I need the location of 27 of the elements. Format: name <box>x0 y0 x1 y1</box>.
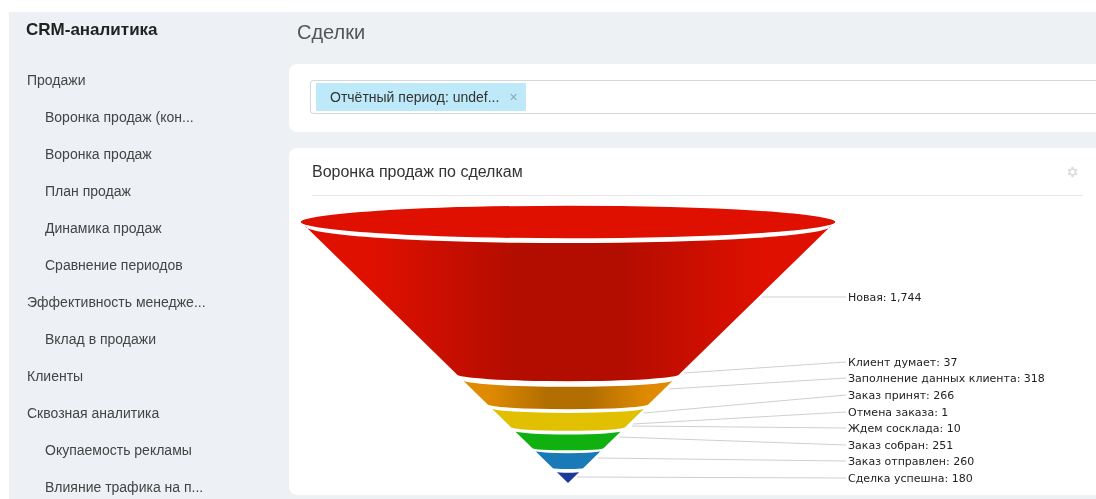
funnel-label: Заказ отправлен: 260 <box>848 455 975 468</box>
funnel-label: Новая: 1,744 <box>848 291 922 304</box>
sidebar-item[interactable]: Динамика продаж <box>45 218 162 239</box>
sidebar-item[interactable]: Клиенты <box>27 366 84 387</box>
settings-icon[interactable] <box>1065 164 1079 179</box>
app-title: CRM-аналитика <box>25 19 159 42</box>
sidebar-item[interactable]: Окупаемость рекламы <box>45 440 192 461</box>
funnel-label: Заполнение данных клиента: 318 <box>848 372 1045 385</box>
funnel-label: Клиент думает: 37 <box>848 356 958 369</box>
sidebar-item[interactable]: Сравнение периодов <box>45 255 183 276</box>
sidebar-item[interactable]: Вклад в продажи <box>45 329 156 350</box>
funnel-label: Заказ собран: 251 <box>848 439 954 452</box>
funnel-label: Сделка успешна: 180 <box>848 472 973 485</box>
sidebar-item[interactable]: Эффективность менедже... <box>27 292 206 313</box>
sidebar-item[interactable]: Продажи <box>27 70 86 91</box>
chart-title: Воронка продаж по сделкам <box>312 161 523 182</box>
sidebar-item[interactable]: Влияние трафика на п... <box>45 477 204 498</box>
funnel-label: Отмена заказа: 1 <box>848 406 949 419</box>
filter-field[interactable]: Отчётный период: undef... × <box>310 80 1096 114</box>
funnel-label: Ждем сосклада: 10 <box>848 422 961 435</box>
chip-label: Отчётный период: undef... <box>330 87 500 107</box>
sidebar-item[interactable]: Сквозная аналитика <box>27 403 160 424</box>
page-title: Сделки <box>297 20 366 45</box>
sidebar-item[interactable]: План продаж <box>45 181 131 202</box>
funnel-label: Заказ принят: 266 <box>848 389 955 402</box>
sidebar-item[interactable]: Воронка продаж <box>45 144 152 165</box>
sidebar-item[interactable]: Воронка продаж (кон... <box>45 107 194 128</box>
